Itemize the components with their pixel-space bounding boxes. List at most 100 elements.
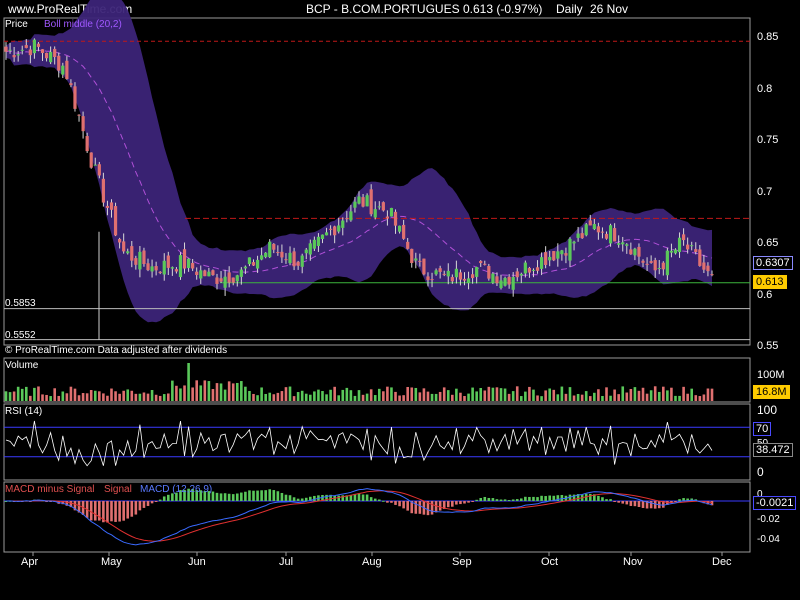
macd-histogram-bar <box>471 501 474 502</box>
macd-histogram-bar <box>451 501 454 507</box>
volume-bar <box>605 387 608 401</box>
volume-bar <box>309 394 312 401</box>
candle-body <box>572 241 576 244</box>
volume-bar <box>621 386 625 401</box>
volume-bar <box>126 389 130 401</box>
candle-body <box>255 259 260 269</box>
candle-body <box>296 261 300 266</box>
volume-bar <box>179 388 182 401</box>
volume-bar <box>337 395 341 401</box>
candle-body <box>4 46 8 52</box>
macd-histogram-bar <box>231 494 235 501</box>
volume-bar <box>272 394 276 401</box>
candle-body <box>641 260 645 263</box>
volume-bar <box>183 385 186 401</box>
candle-body <box>661 262 665 270</box>
macd-histogram-bar <box>459 501 462 505</box>
candle-body <box>406 241 410 249</box>
volume-bar <box>248 390 251 401</box>
price-panel-title: Price <box>5 19 28 30</box>
candle-body <box>637 246 641 257</box>
candle-body <box>215 277 219 284</box>
last-price-tag: 0.613 <box>753 275 787 289</box>
candle-body <box>475 267 479 277</box>
macd-histogram-bar <box>248 490 251 501</box>
candle-body <box>681 234 686 241</box>
volume-bar <box>73 388 77 401</box>
volume-bar <box>122 390 125 401</box>
volume-bar <box>382 391 385 401</box>
macd-tick: -0.04 <box>757 534 780 545</box>
macd-last-tag: -0.0021 <box>753 496 797 510</box>
candle-body <box>105 205 110 208</box>
volume-last-tag: 16.8M <box>753 385 790 399</box>
price-tick: 0.55 <box>757 340 779 352</box>
candle-body <box>61 65 65 75</box>
volume-bar <box>601 395 604 401</box>
candle-body <box>268 241 272 258</box>
volume-bar <box>191 387 194 401</box>
volume-bar <box>678 395 681 401</box>
macd-legend-hist: MACD minus Signal <box>5 484 95 495</box>
volume-bar <box>690 388 694 401</box>
volume-bar <box>613 389 616 401</box>
candle-body <box>8 49 12 51</box>
volume-bar <box>53 388 56 401</box>
candle-body <box>621 242 625 245</box>
rsi-tick: 100 <box>757 403 778 417</box>
candle-body <box>548 256 552 261</box>
macd-histogram-bar <box>252 490 255 501</box>
macd-histogram-bar <box>288 495 292 501</box>
candle-body <box>454 268 458 278</box>
volume-bar <box>321 391 324 401</box>
volume-bar <box>503 388 507 401</box>
candle-body <box>645 263 649 265</box>
candle-body <box>373 209 377 218</box>
candle-body <box>166 255 170 268</box>
volume-bar <box>394 391 397 401</box>
macd-histogram-bar <box>386 501 389 503</box>
candle-body <box>158 271 162 273</box>
macd-histogram-bar <box>264 490 267 501</box>
candle-body <box>535 267 540 271</box>
candle-body <box>97 164 101 176</box>
volume-panel-title: Volume <box>5 360 39 371</box>
volume-bar <box>12 391 16 401</box>
volume-bar <box>231 383 235 401</box>
volume-bar <box>666 390 669 401</box>
candle-body <box>629 249 633 255</box>
volume-bar <box>459 392 462 401</box>
volume-bar <box>69 386 73 401</box>
volume-bar <box>702 394 706 401</box>
macd-histogram-bar <box>276 491 280 501</box>
candle-body <box>442 273 446 275</box>
candle-body <box>162 260 166 275</box>
volume-bar <box>686 393 689 401</box>
macd-histogram-bar <box>154 501 158 502</box>
volume-bar <box>609 395 612 401</box>
volume-bar <box>260 387 263 401</box>
candle-body <box>292 251 296 267</box>
volume-bar <box>422 388 426 401</box>
candle-body <box>596 226 600 233</box>
volume-bar <box>349 390 353 401</box>
volume-bar <box>532 389 535 401</box>
volume-bar <box>329 389 332 401</box>
candle-body <box>122 241 126 252</box>
volume-bar <box>564 393 568 401</box>
boll-value-tag: 0.6307 <box>753 256 793 270</box>
volume-bar <box>499 388 503 401</box>
volume-bar <box>106 395 109 401</box>
macd-histogram-bar <box>377 499 381 501</box>
candle-body <box>40 49 45 54</box>
volume-bar <box>442 387 446 401</box>
candle-body <box>402 224 406 239</box>
volume-bar <box>49 396 52 401</box>
candle-body <box>365 195 369 207</box>
volume-bar <box>649 390 653 401</box>
candle-body <box>203 270 207 277</box>
volume-bar <box>65 393 69 401</box>
macd-histogram-bar <box>126 501 130 519</box>
price-tick: 0.8 <box>757 83 773 95</box>
volume-bar <box>134 393 138 401</box>
